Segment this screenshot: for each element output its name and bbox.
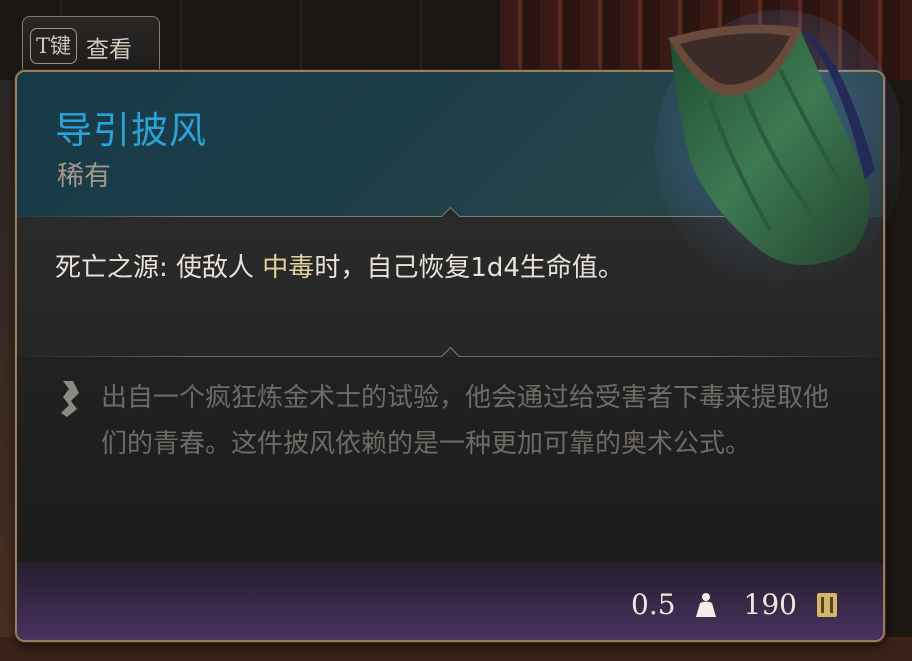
item-effect-text: 死亡之源: 使敌人 中毒时，自己恢复1d4生命值。 [55, 245, 655, 291]
effect-suffix: 时，自己恢复1d4生命值。 [314, 253, 624, 283]
item-weight: 0.5 [631, 588, 676, 621]
item-description: 出自一个疯狂炼金术士的试验，他会通过给受害者下毒来提取他们的青春。这件披风依赖的… [101, 383, 830, 459]
background-bookshelf [500, 0, 912, 80]
item-name: 导引披风 [55, 109, 207, 152]
gold-coin-icon [817, 592, 837, 617]
item-stats: 0.5 190 [625, 588, 839, 621]
quote-glyph-icon [61, 381, 79, 417]
item-rarity: 稀有 [57, 161, 111, 192]
weight-icon [695, 592, 716, 617]
tooltip-header: 导引披风 稀有 [17, 72, 883, 217]
hint-keycap[interactable]: T键 [30, 28, 78, 64]
item-footer: 0.5 190 [17, 562, 883, 640]
item-description-section: 出自一个疯狂炼金术士的试验，他会通过给受害者下毒来提取他们的青春。这件披风依赖的… [17, 357, 883, 562]
hint-label: 查看 [86, 37, 132, 63]
item-effect-section: 死亡之源: 使敌人 中毒时，自己恢复1d4生命值。 [17, 217, 883, 357]
item-value: 190 [743, 588, 797, 621]
item-tooltip: 导引披风 稀有 死亡之源: 使敌人 中毒时，自己恢复1d4生命值。 出自一个疯狂… [15, 70, 885, 642]
effect-prefix: 死亡之源: 使敌人 [55, 253, 263, 283]
effect-keyword-poisoned[interactable]: 中毒 [262, 253, 314, 283]
